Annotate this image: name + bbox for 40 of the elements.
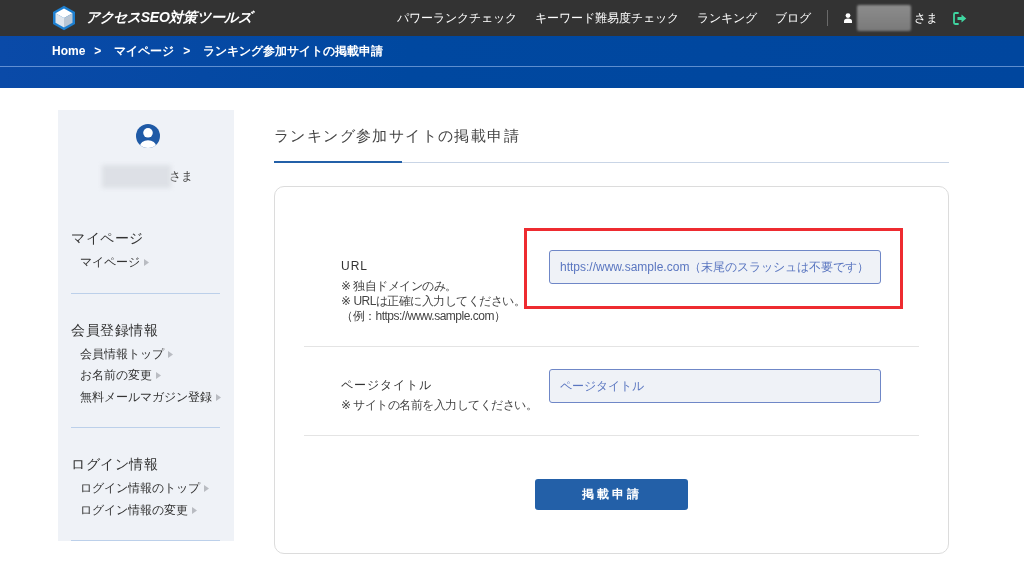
sidebar-link[interactable]: 会員情報トップ [80, 345, 164, 363]
sidebar-link[interactable]: お名前の変更 [80, 367, 152, 385]
logout-icon[interactable] [953, 11, 967, 25]
nav-link[interactable]: ランキング [697, 9, 757, 27]
breadcrumb-link[interactable]: Home [52, 44, 86, 58]
honorific-text: さま [169, 168, 193, 185]
honorific-text: さま [914, 9, 938, 27]
page-title: ランキング参加サイトの掲載申請 [274, 126, 521, 146]
field-label: ページタイトル [341, 377, 433, 394]
caret-right-icon [168, 350, 173, 358]
submit-button[interactable]: 掲載申請 [535, 479, 688, 510]
caret-right-icon [204, 485, 209, 493]
breadcrumb-separator: > [93, 44, 103, 58]
note-text: （例：https://www.sample.com） [341, 309, 507, 324]
sidebar-link[interactable]: ログイン情報のトップ [80, 480, 200, 498]
section-heading: 会員登録情報 [71, 320, 159, 340]
caret-right-icon [216, 393, 221, 401]
caret-right-icon [144, 259, 149, 267]
nav-link[interactable]: ブログ [775, 9, 811, 27]
nav-link[interactable]: パワーランクチェック [397, 9, 517, 27]
caret-right-icon [156, 372, 161, 380]
sidebar-link[interactable]: ログイン情報の変更 [80, 501, 188, 519]
section-heading: ログイン情報 [71, 455, 159, 474]
caret-right-icon [192, 506, 197, 514]
sidebar-link[interactable]: 無料メールマガジン登録 [80, 388, 212, 406]
user-icon [844, 13, 852, 23]
note-text: ※ 独自ドメインのみ。 [341, 279, 458, 294]
text-input-field[interactable]: https://www.sample.com（末尾のスラッシュは不要です） [549, 250, 881, 284]
section-heading: マイページ [71, 229, 145, 248]
breadcrumb-current: ランキング参加サイトの掲載申請 [203, 42, 384, 60]
breadcrumb-link[interactable]: マイページ [114, 42, 175, 60]
sidebar-link[interactable]: マイページ [80, 254, 140, 272]
note-text: ※ URLは正確に入力してください。 [341, 294, 527, 309]
note-text: ※ サイトの名前を入力してください。 [341, 398, 539, 413]
field-label: URL [341, 258, 369, 275]
text-input-field[interactable]: ページタイトル [549, 369, 881, 403]
breadcrumb-separator: > [182, 44, 192, 58]
blurred-name [857, 5, 911, 31]
cube-logo-icon[interactable] [52, 5, 76, 31]
nav-link[interactable]: キーワード難易度チェック [535, 9, 679, 27]
